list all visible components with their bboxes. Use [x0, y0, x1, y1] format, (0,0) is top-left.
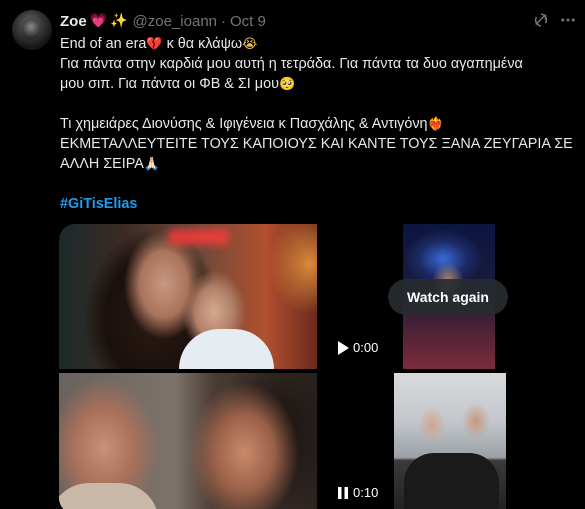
- pause-icon[interactable]: [337, 486, 349, 500]
- text-line-5: Τι χημειάρες Διονύσης & Ιφιγένεια κ Πασχ…: [60, 114, 575, 134]
- video-time-2: 0:10: [353, 485, 379, 500]
- text-line-7: ΑΛΛΗ ΣΕΙΡΑ🙏🏻: [60, 154, 575, 174]
- hashtag-link[interactable]: #GiTisElias: [60, 196, 137, 212]
- watch-again-button[interactable]: Watch again: [388, 279, 508, 315]
- heart-emoji: 💗: [89, 13, 108, 29]
- media-grid: Watch again 0:00 0:10: [59, 224, 574, 509]
- tweet-text: End of an era💔 κ θα κλάψω😭 Για πάντα στη…: [60, 34, 575, 214]
- more-icon[interactable]: [557, 9, 579, 31]
- avatar[interactable]: [12, 10, 52, 50]
- photo-detail: [179, 329, 274, 369]
- text-segment: μου σιπ. Για πάντα οι ΦΒ & ΣΙ μου: [60, 76, 279, 92]
- text-segment: End of an era: [60, 36, 147, 52]
- play-icon[interactable]: [337, 341, 349, 355]
- text-line-6: ΕΚΜΕΤΑΛΛΕΥΤΕΙΤΕ ΤΟΥΣ ΚΑΠΟΙΟΥΣ ΚΑΙ ΚΑΝΤΕ …: [60, 136, 573, 152]
- display-name[interactable]: Zoe: [60, 13, 87, 30]
- text-line-3: μου σιπ. Για πάντα οι ΦΒ & ΣΙ μου🥺: [60, 74, 575, 94]
- photo-couple-young[interactable]: [59, 224, 317, 369]
- tweet-header: Zoe 💗 ✨ @zoe_ioann · Oct 9: [60, 11, 266, 31]
- hashtag-line: #GiTisElias: [60, 194, 575, 214]
- tweet-date[interactable]: Oct 9: [230, 13, 266, 30]
- video-thumbnail: [394, 373, 506, 509]
- pleading-face-emoji: 🥺: [278, 77, 296, 92]
- text-segment: Τι χημειάρες Διονύσης & Ιφιγένεια κ Πασχ…: [60, 116, 428, 132]
- neon-light: [169, 229, 229, 245]
- photo-detail: [59, 483, 159, 509]
- video-time-1: 0:00: [353, 340, 379, 355]
- text-segment: κ θα κλάψω: [162, 36, 243, 52]
- user-handle[interactable]: @zoe_ioann: [133, 13, 217, 30]
- text-segment: ΑΛΛΗ ΣΕΙΡΑ: [60, 156, 144, 172]
- tweet[interactable]: Zoe 💗 ✨ @zoe_ioann · Oct 9 End of an era…: [0, 0, 585, 509]
- grok-icon[interactable]: [530, 9, 552, 31]
- folded-hands-emoji: 🙏🏻: [143, 157, 161, 172]
- separator-dot: ·: [221, 12, 227, 30]
- broken-heart-emoji: 💔: [146, 37, 163, 52]
- sparkle-emoji: ✨: [110, 13, 128, 29]
- crying-face-emoji: 😭: [242, 37, 258, 52]
- text-line-1: End of an era💔 κ θα κλάψω😭: [60, 34, 575, 54]
- photo-couple-selfie[interactable]: [59, 373, 317, 509]
- heart-on-fire-emoji: ❤‍🔥: [427, 117, 444, 132]
- text-line-2: Για πάντα στην καρδιά μου αυτή η τετράδα…: [60, 56, 523, 72]
